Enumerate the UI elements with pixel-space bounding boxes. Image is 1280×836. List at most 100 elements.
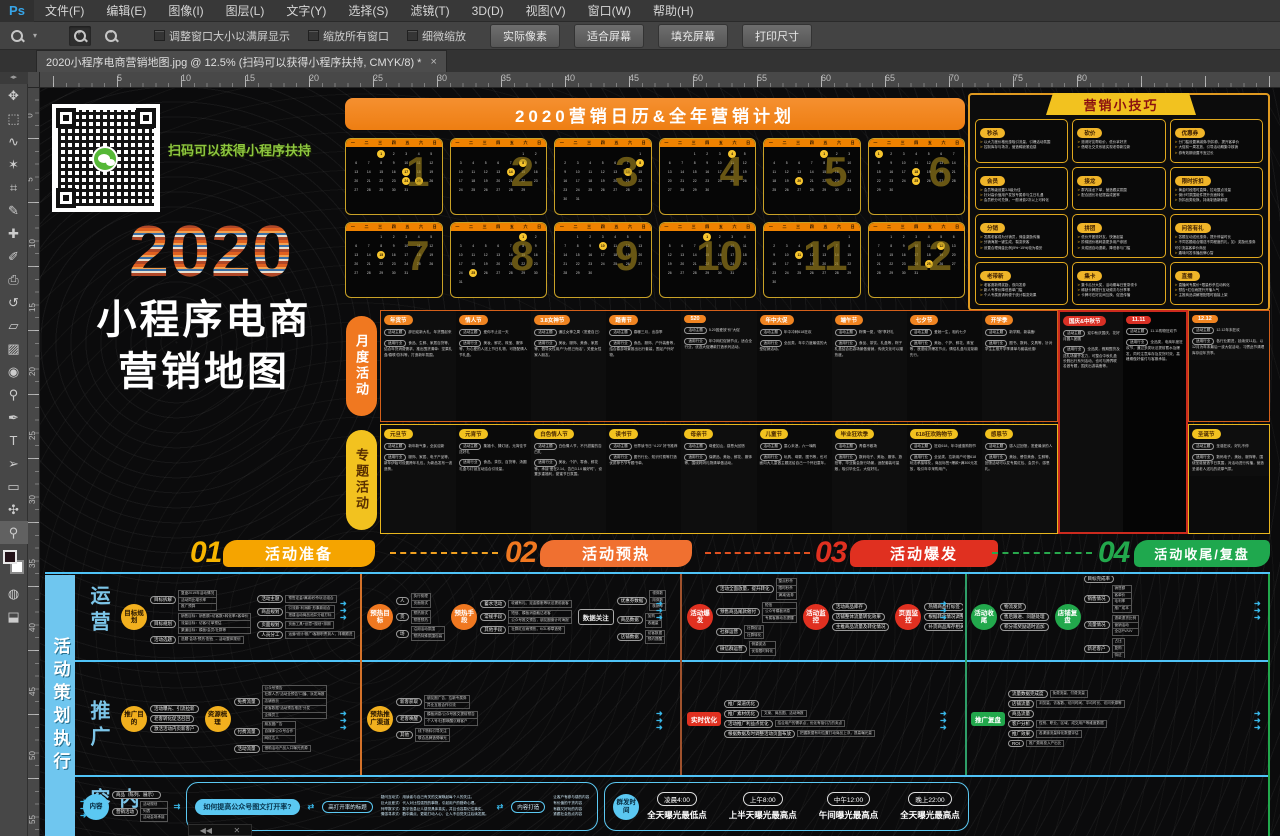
color-swatches[interactable] [0, 548, 28, 582]
quick-mask-icon[interactable]: ◍ [0, 582, 28, 605]
day: 4 [467, 158, 480, 167]
bullet-icon: ≻ [1175, 293, 1179, 297]
menu-item-3[interactable]: 图层(L) [215, 0, 276, 22]
mindmap-cluster: 推广复盘流量数据完成度免费流量、付费流量店铺流量浏览量、访客数、访问时间、平均时… [971, 690, 1125, 748]
eyedropper-tool[interactable]: ✎ [0, 199, 28, 222]
taskbar-peek[interactable]: ◀◀ ✕ [188, 824, 252, 836]
day: 16 [885, 167, 898, 176]
zoom-in-button[interactable]: + [69, 26, 91, 46]
menu-item-8[interactable]: 视图(V) [515, 0, 577, 22]
document-canvas[interactable]: 扫码可以获得小程序扶持 2020 小程序电商 营销地图 2020营销日历&全年营… [40, 88, 1280, 836]
mindmap-cluster: 预热目标人执行梳理页面测试货预热测试预售预热场沿用活动氛围预热特殊氛围包装 [367, 593, 445, 641]
foreground-color-swatch[interactable] [3, 550, 17, 564]
option-checkbox-1[interactable]: 缩放所有窗口 [308, 28, 389, 44]
festival-column: 踏青节活动主题春暖三月，出游季适用行业食品、服饰、户外装备等，结合春游场景推出出… [606, 311, 681, 421]
branch-label: 客户分析 [1008, 720, 1034, 728]
checkbox-icon[interactable] [154, 30, 165, 41]
zoom-tool-icon[interactable] [6, 26, 28, 46]
palette-collapse-handle[interactable]: ◂▸ [0, 72, 28, 84]
festival-theme: 活动主题新学期，新装备! [985, 327, 1054, 336]
day-empty [467, 233, 480, 242]
branch-label: 销售情况 [1084, 595, 1110, 603]
weekday: 五 [405, 140, 409, 146]
grid-line [45, 572, 1270, 574]
healing-brush-tool[interactable]: ✚ [0, 222, 28, 245]
festival-industry: 适用行业美妆、个护、鲜花、珠宝等，浪漫经济爆发节点，情侣礼盒与定制款先行。 [910, 338, 979, 358]
menu-item-4[interactable]: 文字(Y) [275, 0, 337, 22]
crop-tool[interactable]: ⌗ [0, 176, 28, 199]
flow-arrows: ➜➜➜ [340, 600, 347, 622]
screen-mode-icon[interactable]: ⬓ [0, 605, 28, 628]
mindmap-branch: 活动商品库存 [832, 603, 890, 611]
branch-label: 付费流量 [234, 728, 260, 736]
festival-name: 开学季 [985, 315, 1014, 325]
day: 17 [455, 176, 468, 185]
calendar-month-6: 一二三四五六日123456789101112131415161718192021… [868, 138, 966, 215]
day: 3 [781, 242, 794, 251]
weekday-header: 一二三四五六日 [451, 223, 547, 231]
path-selection-tool[interactable]: ➢ [0, 452, 28, 475]
day: 13 [350, 251, 363, 260]
day: 3 [898, 149, 911, 158]
option-button-1[interactable]: 适合屏幕 [574, 24, 644, 48]
move-tool[interactable]: ✥ [0, 84, 28, 107]
type-tool[interactable]: T [0, 429, 28, 452]
clone-stamp-tool[interactable]: ⎙ [0, 268, 28, 291]
bullet-icon: ≻ [980, 198, 984, 202]
checkbox-icon[interactable] [407, 30, 418, 41]
magic-wand-tool[interactable]: ✶ [0, 153, 28, 176]
menu-item-6[interactable]: 滤镜(T) [399, 0, 460, 22]
document-tab[interactable]: 2020小程序电商营销地图.jpg @ 12.5% (扫码可以获得小程序扶持, … [36, 50, 447, 72]
leaf: 老客数据“活动预告推送”分发 [263, 705, 327, 712]
menu-item-9[interactable]: 窗口(W) [577, 0, 642, 22]
branch-label: 老客唤醒 [396, 715, 422, 723]
festival-name: 3.8女神节 [534, 315, 570, 325]
blur-tool[interactable]: ◉ [0, 360, 28, 383]
checkbox-icon[interactable] [308, 30, 319, 41]
tip-label: 限时折扣 [1175, 176, 1211, 186]
marquee-tool[interactable]: ⬚ [0, 107, 28, 130]
dodge-tool[interactable]: ⚲ [0, 383, 28, 406]
day: 11 [584, 167, 597, 176]
hand-tool[interactable]: ✣ [0, 498, 28, 521]
day-empty [676, 233, 689, 242]
brush-tool[interactable]: ✐ [0, 245, 28, 268]
tab-close-icon[interactable]: × [430, 56, 436, 68]
menu-item-0[interactable]: 文件(F) [34, 0, 95, 22]
menu-item-10[interactable]: 帮助(H) [642, 0, 705, 22]
option-button-2[interactable]: 填充屏幕 [658, 24, 728, 48]
chevron-down-icon[interactable]: ▾ [33, 31, 37, 40]
weekday: 一 [455, 140, 459, 146]
history-brush-tool[interactable]: ↺ [0, 291, 28, 314]
branch-label: 活动商品库存 [832, 603, 867, 611]
mindmap-cluster: 数据关注优惠券数据领券数用券数核销率商品数据加购收藏量店铺数据访客数据预约提醒 [578, 590, 666, 644]
close-icon[interactable]: ✕ [234, 826, 241, 835]
festival-name: 元旦节 [384, 429, 413, 439]
menu-item-1[interactable]: 编辑(E) [95, 0, 157, 22]
shape-tool[interactable]: ▭ [0, 475, 28, 498]
mindmap-branch: 目标规划销售目标：销售额=访客数×转化率×客单价流量目标：访客/订单预估渠道目标… [150, 613, 251, 634]
option-checkbox-2[interactable]: 细微缩放 [407, 28, 466, 44]
day: 6 [350, 242, 363, 251]
zoom-out-button[interactable]: − [100, 26, 122, 46]
pen-tool[interactable]: ✒ [0, 406, 28, 429]
option-button-3[interactable]: 打印尺寸 [742, 24, 812, 48]
day: 14 [873, 251, 886, 260]
lasso-tool[interactable]: ∿ [0, 130, 28, 153]
weekday: 三 [901, 224, 905, 230]
zoom-tool[interactable]: ⚲ [0, 521, 28, 544]
option-button-0[interactable]: 实际像素 [490, 24, 560, 48]
gradient-tool[interactable]: ▨ [0, 337, 28, 360]
tip-bullet: ≻ 借助社交关系链实现老带新拉新 [1077, 145, 1160, 150]
menu-item-7[interactable]: 3D(D) [461, 0, 515, 22]
rewind-icon[interactable]: ◀◀ [200, 826, 212, 835]
eraser-tool[interactable]: ▱ [0, 314, 28, 337]
menu-item-5[interactable]: 选择(S) [337, 0, 399, 22]
menu-item-2[interactable]: 图像(I) [157, 0, 214, 22]
option-checkbox-0[interactable]: 调整窗口大小以满屏显示 [154, 28, 290, 44]
weekday-header: 一二三四五六日 [555, 139, 651, 147]
bullet-icon: ≻ [1175, 140, 1179, 144]
festival-name: 踏青节 [609, 315, 638, 325]
industry-tag: 适用行业 [684, 454, 706, 461]
day: 3 [597, 233, 610, 242]
